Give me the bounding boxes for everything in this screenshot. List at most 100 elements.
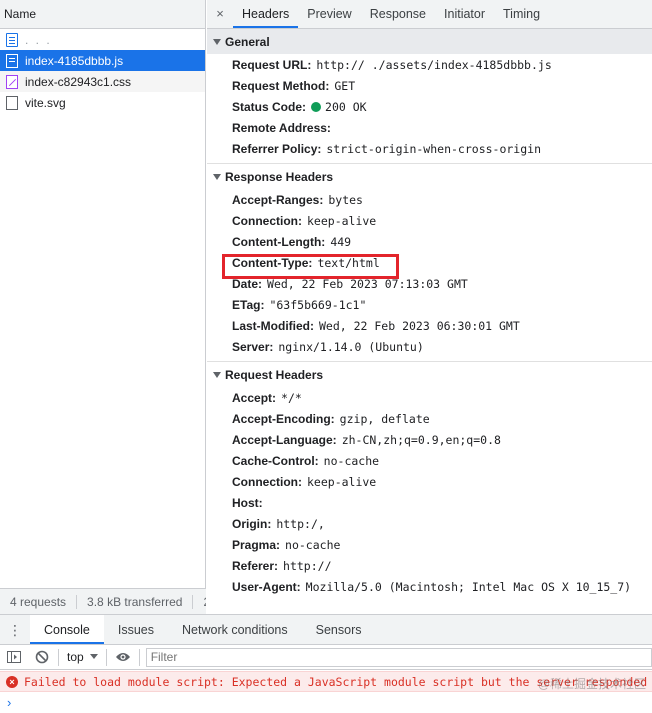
header-value: no-cache (323, 453, 380, 468)
header-key: User-Agent: (232, 579, 301, 594)
header-key: Accept-Language: (232, 432, 337, 447)
section-title: General (225, 34, 270, 49)
header-value: bytes (328, 192, 363, 207)
header-row: Request Method: GET (207, 75, 652, 96)
tab-preview[interactable]: Preview (298, 0, 360, 28)
header-key: Referer: (232, 558, 279, 573)
header-key: Connection: (232, 474, 302, 489)
header-value: Mozilla/5.0 (Macintosh; Intel Mac OS X 1… (305, 579, 632, 594)
watermark: @稀土掘金技术社区 (537, 677, 646, 691)
header-value: http:// (283, 558, 332, 573)
header-value: zh-CN,zh;q=0.9,en;q=0.8 (341, 432, 501, 447)
request-name: index-c82943c1.css (25, 74, 132, 89)
detail-tabbar: × Headers Preview Response Initiator Tim… (207, 0, 652, 29)
header-key: Accept-Encoding: (232, 411, 335, 426)
tab-network-conditions[interactable]: Network conditions (168, 615, 302, 644)
header-value: http:/, (276, 516, 325, 531)
header-row: Status Code: 200 OK (207, 96, 652, 117)
toolbar-divider (105, 648, 107, 666)
header-row: Referer: http:// (207, 555, 652, 576)
header-value: nginx/1.14.0 (Ubuntu) (278, 339, 424, 354)
header-key: Last-Modified: (232, 318, 314, 333)
header-value: strict-origin-when-cross-origin (326, 141, 542, 156)
header-value: http:// ./assets/index-4185dbbb.js (316, 57, 552, 72)
request-headers-section: Request Headers Accept: */* Accept-Encodin… (207, 362, 652, 601)
header-value: */* (281, 390, 302, 405)
expand-triangle-icon (213, 371, 221, 378)
request-header-rows: Accept: */* Accept-Encoding: gzip, deflate A… (207, 387, 652, 597)
header-row: ETag: "63f5b669-1c1" (207, 294, 652, 315)
request-row[interactable]: index-c82943c1.css (0, 71, 205, 92)
tab-sensors[interactable]: Sensors (302, 615, 376, 644)
stylesheet-icon (6, 74, 18, 89)
header-row: Request URL: http:// ./assets/index-4185d… (207, 54, 652, 75)
section-title: Request Headers (225, 367, 324, 382)
general-section-header[interactable]: General (207, 29, 652, 54)
request-row[interactable]: vite.svg (0, 92, 205, 113)
header-key: Host: (232, 495, 263, 510)
header-key: Accept-Ranges: (232, 192, 324, 207)
more-vertical-icon[interactable]: ⋮ (0, 615, 30, 644)
context-value: top (67, 650, 84, 664)
section-title: Response Headers (225, 169, 334, 184)
header-row: Origin: http:/, (207, 513, 652, 534)
toolbar-divider (138, 648, 140, 666)
header-key: Connection: (232, 213, 302, 228)
chevron-down-icon (89, 654, 98, 659)
header-value: 200 OK (325, 99, 367, 114)
header-key: Status Code: (232, 99, 307, 114)
request-count: 4 requests (0, 594, 78, 609)
header-value: 449 (330, 234, 352, 249)
header-key: Request URL: (232, 57, 312, 72)
console-prompt[interactable]: › (0, 692, 652, 713)
status-ok-icon (311, 101, 322, 112)
header-row: Connection: keep-alive (207, 471, 652, 492)
error-icon: × (6, 675, 18, 688)
header-value: gzip, deflate (339, 411, 430, 426)
tab-headers[interactable]: Headers (233, 0, 299, 28)
header-row: Connection: keep-alive (207, 210, 652, 231)
header-row: Referrer Policy: strict-origin-when-cross… (207, 138, 652, 159)
name-column-header[interactable]: Name (0, 0, 205, 29)
request-name: vite.svg (25, 95, 66, 110)
expand-triangle-icon (213, 38, 221, 45)
tab-timing[interactable]: Timing (494, 0, 549, 28)
tab-issues[interactable]: Issues (104, 615, 168, 644)
eye-icon[interactable] (109, 645, 137, 670)
context-selector[interactable]: top (61, 650, 104, 664)
header-row: Accept-Language: zh-CN,zh;q=0.9,en;q=0.8 (207, 429, 652, 450)
close-icon[interactable]: × (207, 0, 233, 28)
tab-response[interactable]: Response (361, 0, 435, 28)
header-value: keep-alive (307, 474, 377, 489)
request-name: index-4185dbbb.js (25, 53, 124, 68)
header-row: Accept-Ranges: bytes (207, 189, 652, 210)
header-row: Remote Address: (207, 117, 652, 138)
request-name: . . . (25, 32, 52, 47)
request-list: . . . index-4185dbbb.js index-c82943c1.css… (0, 29, 205, 113)
script-icon (6, 53, 18, 68)
expand-triangle-icon (213, 173, 221, 180)
console-toolbar: top (0, 645, 652, 670)
header-value: GET (334, 78, 356, 93)
header-key: Referrer Policy: (232, 141, 322, 156)
header-key: Origin: (232, 516, 272, 531)
header-key: Request Method: (232, 78, 330, 93)
response-headers-header[interactable]: Response Headers (207, 164, 652, 189)
tab-console[interactable]: Console (30, 615, 104, 644)
header-row: Pragma: no-cache (207, 534, 652, 555)
tab-initiator[interactable]: Initiator (435, 0, 494, 28)
header-row: Server: nginx/1.14.0 (Ubuntu) (207, 336, 652, 357)
header-key: Pragma: (232, 537, 281, 552)
request-row[interactable]: . . . (0, 29, 205, 50)
sidebar-toggle-icon[interactable] (0, 645, 28, 670)
request-headers-header[interactable]: Request Headers (207, 362, 652, 387)
clear-console-icon[interactable] (28, 645, 56, 670)
header-row: Accept-Encoding: gzip, deflate (207, 408, 652, 429)
drawer-tabbar: ⋮ Console Issues Network conditions Sens… (0, 614, 652, 645)
header-row: Accept: */* (207, 387, 652, 408)
header-key: Remote Address: (232, 120, 331, 135)
filter-input[interactable] (145, 647, 652, 667)
header-row: Host: (207, 492, 652, 513)
request-row[interactable]: index-4185dbbb.js (0, 50, 205, 71)
image-icon (6, 95, 18, 110)
